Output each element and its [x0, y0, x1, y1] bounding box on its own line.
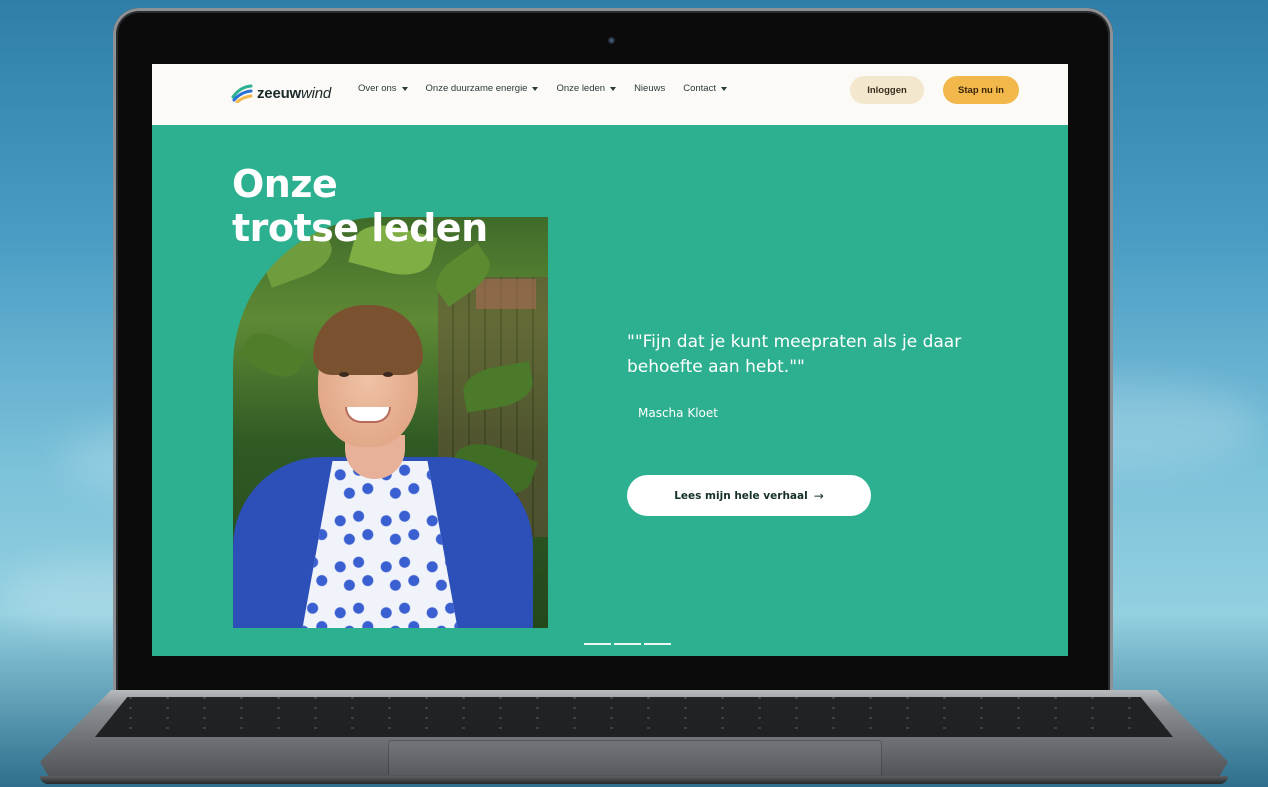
hero-title-line-1: Onze: [232, 162, 338, 206]
join-button[interactable]: Stap nu in: [943, 76, 1019, 104]
person-hair: [313, 305, 423, 375]
person-eye: [339, 372, 349, 377]
website-screen: zeeuwwind Over ons Onze duurzame energie…: [152, 64, 1068, 656]
arrow-right-icon: →: [813, 488, 824, 503]
nav-item-over-ons[interactable]: Over ons: [358, 83, 408, 94]
photo-roof: [476, 279, 536, 309]
nav-item-label: Over ons: [358, 83, 397, 94]
brand-name: zeeuwwind: [257, 84, 332, 102]
hero-title-line-2: trotse leden: [232, 206, 488, 250]
chevron-down-icon: [610, 86, 617, 91]
nav-item-nieuws[interactable]: Nieuws: [634, 83, 665, 94]
person-eye: [383, 372, 393, 377]
nav-item-label: Nieuws: [634, 83, 666, 94]
read-story-button[interactable]: Lees mijn hele verhaal →: [627, 475, 871, 516]
nav-item-onze-leden[interactable]: Onze leden: [556, 83, 617, 94]
wind-logo-icon: [231, 84, 253, 103]
carousel-dot[interactable]: [644, 643, 671, 645]
laptop-base-edge: [40, 776, 1228, 784]
quote-author: Mascha Kloet: [638, 406, 718, 420]
carousel-dot[interactable]: [614, 643, 641, 645]
chevron-down-icon: [532, 86, 539, 91]
member-photo: [233, 217, 548, 628]
carousel-indicators: [584, 643, 671, 645]
nav-item-label: Contact: [683, 83, 716, 94]
member-quote: ""Fijn dat je kunt meepraten als je daar…: [627, 332, 962, 377]
hero-title: Onze trotse leden: [232, 162, 488, 250]
top-navigation: zeeuwwind Over ons Onze duurzame energie…: [152, 64, 1068, 125]
nav-item-contact[interactable]: Contact: [683, 83, 727, 94]
nav-item-label: Onze leden: [556, 83, 606, 94]
nav-item-label: Onze duurzame energie: [425, 83, 528, 94]
chevron-down-icon: [720, 86, 727, 91]
zeeuwind-logo[interactable]: zeeuwwind: [231, 80, 331, 106]
chevron-down-icon: [401, 86, 408, 91]
login-button[interactable]: Inloggen: [850, 76, 924, 104]
nav-item-onze-duurzame-energie[interactable]: Onze duurzame energie: [426, 83, 539, 94]
laptop-keyboard: [95, 697, 1173, 737]
carousel-dot[interactable]: [584, 643, 611, 645]
webcam-icon: [608, 37, 615, 44]
main-menu: Over ons Onze duurzame energie Onze lede…: [358, 83, 745, 94]
read-story-label: Lees mijn hele verhaal: [674, 489, 808, 502]
laptop-trackpad: [388, 740, 882, 775]
